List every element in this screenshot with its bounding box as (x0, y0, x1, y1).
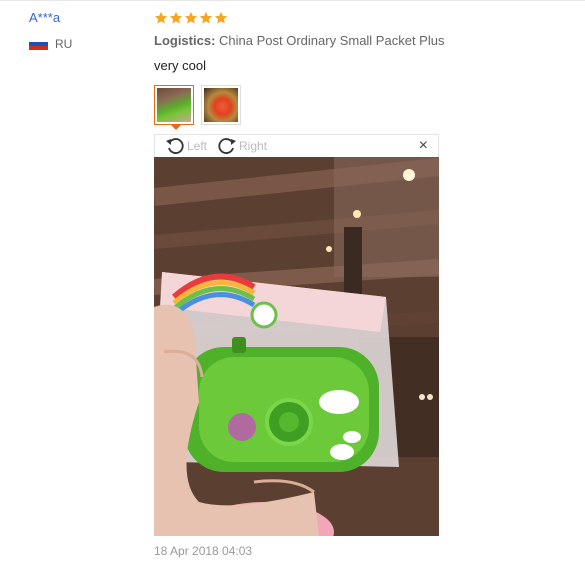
logistics-label: Logistics: (154, 33, 216, 48)
russia-flag-icon (29, 38, 48, 50)
thumbnail-2-image (204, 88, 238, 122)
review-date: 18 Apr 2018 04:03 (154, 544, 253, 558)
rotate-left-icon (166, 138, 184, 154)
viewer-toolbar: Left Right × (154, 134, 439, 157)
rotate-left-button[interactable]: Left (165, 136, 207, 156)
review-content: Logistics: China Post Ordinary Small Pac… (154, 9, 574, 74)
star-icon (214, 11, 228, 24)
close-icon: × (418, 137, 428, 154)
thumbnail-2[interactable] (201, 85, 241, 125)
review-photo-illustration (154, 157, 439, 536)
rotate-right-label: Right (239, 139, 268, 153)
star-icon (169, 11, 183, 24)
close-button[interactable]: × (419, 138, 428, 154)
country-code: RU (55, 37, 73, 51)
star-rating (154, 9, 574, 27)
top-divider (0, 0, 585, 1)
thumbnail-1[interactable] (154, 85, 194, 125)
review-comment: very cool (154, 58, 207, 73)
logistics-value: China Post Ordinary Small Packet Plus (219, 33, 445, 48)
image-viewer: Left Right × (154, 134, 439, 536)
logistics-info: Logistics: China Post Ordinary Small Pac… (154, 33, 574, 49)
star-icon (199, 11, 213, 24)
star-icon (154, 11, 168, 24)
star-icon (184, 11, 198, 24)
rotate-right-icon (218, 138, 237, 154)
buyer-country: RU (29, 37, 139, 51)
buyer-name: A***a (29, 10, 61, 25)
thumbnail-strip (154, 85, 241, 125)
buyer-info: A***a RU (29, 9, 139, 51)
rotate-left-label: Left (187, 139, 208, 153)
review-photo (154, 157, 439, 536)
thumbnail-1-image (157, 88, 191, 122)
selected-thumbnail-pointer (170, 124, 182, 130)
rotate-right-button[interactable]: Right (217, 136, 267, 156)
